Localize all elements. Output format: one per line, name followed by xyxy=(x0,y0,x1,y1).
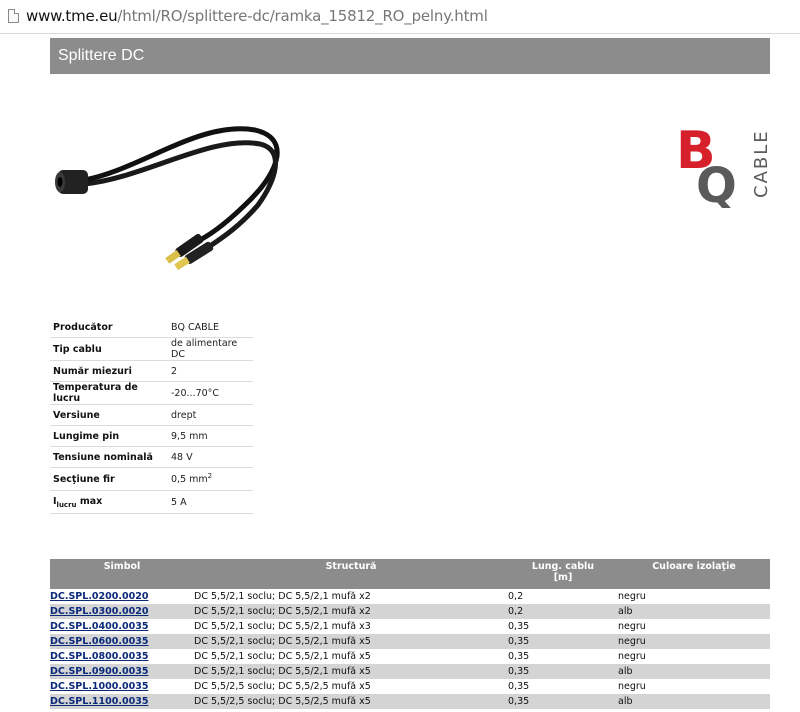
color-cell: negru xyxy=(618,634,770,649)
page-title: Splittere DC xyxy=(58,47,145,64)
brand-logo: B Q CABLE xyxy=(676,121,772,208)
structure-cell: DC 5,5/2,1 soclu; DC 5,5/2,1 mufă x3 xyxy=(194,621,371,632)
spec-value-text: 0,5 mm xyxy=(171,474,208,486)
spec-value: drept xyxy=(168,404,253,426)
spec-label: Temperatura de lucru xyxy=(50,381,168,405)
structure-cell: DC 5,5/2,1 soclu; DC 5,5/2,1 mufă x5 xyxy=(194,664,508,679)
spec-row-version: Versiune drept xyxy=(50,404,253,426)
color-cell: negru xyxy=(618,621,646,632)
col-structure: Structură xyxy=(194,559,508,589)
spec-label: Număr miezuri xyxy=(50,360,168,382)
color-cell: negru xyxy=(618,681,646,692)
col-color: Culoare izolaţie xyxy=(618,559,770,589)
col-symbol: Simbol xyxy=(50,559,194,589)
svg-text:CABLE: CABLE xyxy=(751,129,772,198)
symbol-cell: DC.SPL.0600.0035 xyxy=(50,634,194,649)
col-length: Lung. cablu [m] xyxy=(508,559,618,589)
length-cell: 0,35 xyxy=(508,634,618,649)
spec-value: 2 xyxy=(168,360,253,382)
product-link[interactable]: DC.SPL.0900.0035 xyxy=(50,666,148,677)
spec-value-superscript: 2 xyxy=(207,472,213,481)
product-link[interactable]: DC.SPL.0400.0035 xyxy=(50,621,148,632)
product-image xyxy=(55,126,280,271)
symbol-cell: DC.SPL.0800.0035 xyxy=(50,649,194,664)
address-bar[interactable]: www.tme.eu/html/RO/splittere-dc/ramka_15… xyxy=(0,0,800,34)
spec-value: 9,5 mm xyxy=(168,425,253,447)
color-cell: alb xyxy=(618,664,770,679)
spec-row-cable-type: Tip cablu de alimentare DC xyxy=(50,337,253,361)
table-row: DC.SPL.0300.0020 DC 5,5/2,1 soclu; DC 5,… xyxy=(50,604,770,619)
page-title-bar: Splittere DC xyxy=(50,38,770,74)
col-length-unit: [m] xyxy=(553,572,573,583)
structure-cell: DC 5,5/2,1 soclu; DC 5,5/2,1 mufă x5 xyxy=(194,651,371,662)
spec-label: Lungime pin xyxy=(50,425,168,447)
symbol-cell: DC.SPL.0900.0035 xyxy=(50,664,194,679)
table-row: DC.SPL.0800.0035 DC 5,5/2,1 soclu; DC 5,… xyxy=(50,649,770,664)
page-icon xyxy=(8,9,19,23)
length-cell: 0,35 xyxy=(508,664,618,679)
product-table-header: Simbol Structură Lung. cablu [m] Culoare … xyxy=(50,559,770,589)
symbol-cell: DC.SPL.0400.0035 xyxy=(50,619,194,634)
table-row: DC.SPL.0900.0035 DC 5,5/2,1 soclu; DC 5,… xyxy=(50,664,770,679)
structure-cell: DC 5,5/2,5 soclu; DC 5,5/2,5 mufă x5 xyxy=(194,681,371,692)
spec-value: de alimentare DC xyxy=(168,337,253,361)
spec-label: Versiune xyxy=(50,404,168,426)
structure-cell: DC 5,5/2,1 soclu; DC 5,5/2,1 mufă x5 xyxy=(194,634,508,649)
spec-value: BQ CABLE xyxy=(168,317,253,338)
spec-value: 5 A xyxy=(168,490,253,514)
spec-value: 48 V xyxy=(168,446,253,468)
spec-row-temperature: Temperatura de lucru -20...70°C xyxy=(50,381,253,405)
table-row: DC.SPL.1100.0035 DC 5,5/2,5 soclu; DC 5,… xyxy=(50,694,770,709)
color-cell: alb xyxy=(618,694,770,709)
color-cell: alb xyxy=(618,604,770,619)
structure-cell: DC 5,5/2,5 soclu; DC 5,5/2,5 mufă x5 xyxy=(194,694,508,709)
spec-label-rest: max xyxy=(76,495,103,507)
table-row: DC.SPL.0400.0035 DC 5,5/2,1 soclu; DC 5,… xyxy=(50,619,770,634)
table-row: DC.SPL.1000.0035 DC 5,5/2,5 soclu; DC 5,… xyxy=(50,679,770,694)
length-cell: 0,2 xyxy=(508,604,618,619)
spec-label: Tip cablu xyxy=(50,337,168,361)
spec-row-wire-section: Secţiune fir 0,5 mm2 xyxy=(50,467,253,491)
structure-cell: DC 5,5/2,1 soclu; DC 5,5/2,1 mufă x2 xyxy=(194,604,508,619)
symbol-cell: DC.SPL.0200.0020 xyxy=(50,589,194,604)
spec-row-producer: Producător BQ CABLE xyxy=(50,317,253,338)
svg-text:Q: Q xyxy=(696,158,737,208)
length-cell: 0,35 xyxy=(508,651,530,662)
table-row: DC.SPL.0200.0020 DC 5,5/2,1 soclu; DC 5,… xyxy=(50,589,770,604)
spec-row-cores: Număr miezuri 2 xyxy=(50,360,253,382)
product-link[interactable]: DC.SPL.1100.0035 xyxy=(50,696,148,707)
color-cell: negru xyxy=(618,651,646,662)
url-path: /html/RO/splittere-dc/ramka_15812_RO_pel… xyxy=(117,7,488,25)
col-length-label: Lung. cablu xyxy=(531,561,595,572)
product-table: Simbol Structură Lung. cablu [m] Culoare … xyxy=(50,559,770,709)
spec-value: -20...70°C xyxy=(168,381,253,405)
product-link[interactable]: DC.SPL.0800.0035 xyxy=(50,651,148,662)
product-link[interactable]: DC.SPL.1000.0035 xyxy=(50,681,148,692)
spec-label: Tensiune nominală xyxy=(50,446,168,468)
symbol-cell: DC.SPL.0300.0020 xyxy=(50,604,194,619)
spec-label: Secţiune fir xyxy=(50,467,168,491)
symbol-cell: DC.SPL.1100.0035 xyxy=(50,694,194,709)
spec-label: Producător xyxy=(50,317,168,338)
spec-value: 0,5 mm2 xyxy=(168,467,253,491)
symbol-cell: DC.SPL.1000.0035 xyxy=(50,679,194,694)
url-host: www.tme.eu xyxy=(26,7,118,25)
color-cell: negru xyxy=(618,591,646,602)
table-row: DC.SPL.0600.0035 DC 5,5/2,1 soclu; DC 5,… xyxy=(50,634,770,649)
length-cell: 0,2 xyxy=(508,591,524,602)
product-link[interactable]: DC.SPL.0600.0035 xyxy=(50,636,148,647)
length-cell: 0,35 xyxy=(508,621,530,632)
url-text[interactable]: www.tme.eu/html/RO/splittere-dc/ramka_15… xyxy=(26,7,488,25)
spec-row-pin-length: Lungime pin 9,5 mm xyxy=(50,425,253,447)
spec-row-voltage: Tensiune nominală 48 V xyxy=(50,446,253,468)
spec-table: Producător BQ CABLE Tip cablu de aliment… xyxy=(50,317,253,514)
structure-cell: DC 5,5/2,1 soclu; DC 5,5/2,1 mufă x2 xyxy=(194,591,371,602)
spec-label-subscript: lucru xyxy=(56,500,77,509)
product-link[interactable]: DC.SPL.0200.0020 xyxy=(50,591,148,602)
product-link[interactable]: DC.SPL.0300.0020 xyxy=(50,606,148,617)
spec-label: Ilucru max xyxy=(50,490,168,514)
length-cell: 0,35 xyxy=(508,694,618,709)
length-cell: 0,35 xyxy=(508,681,530,692)
spec-row-current: Ilucru max 5 A xyxy=(50,490,253,514)
